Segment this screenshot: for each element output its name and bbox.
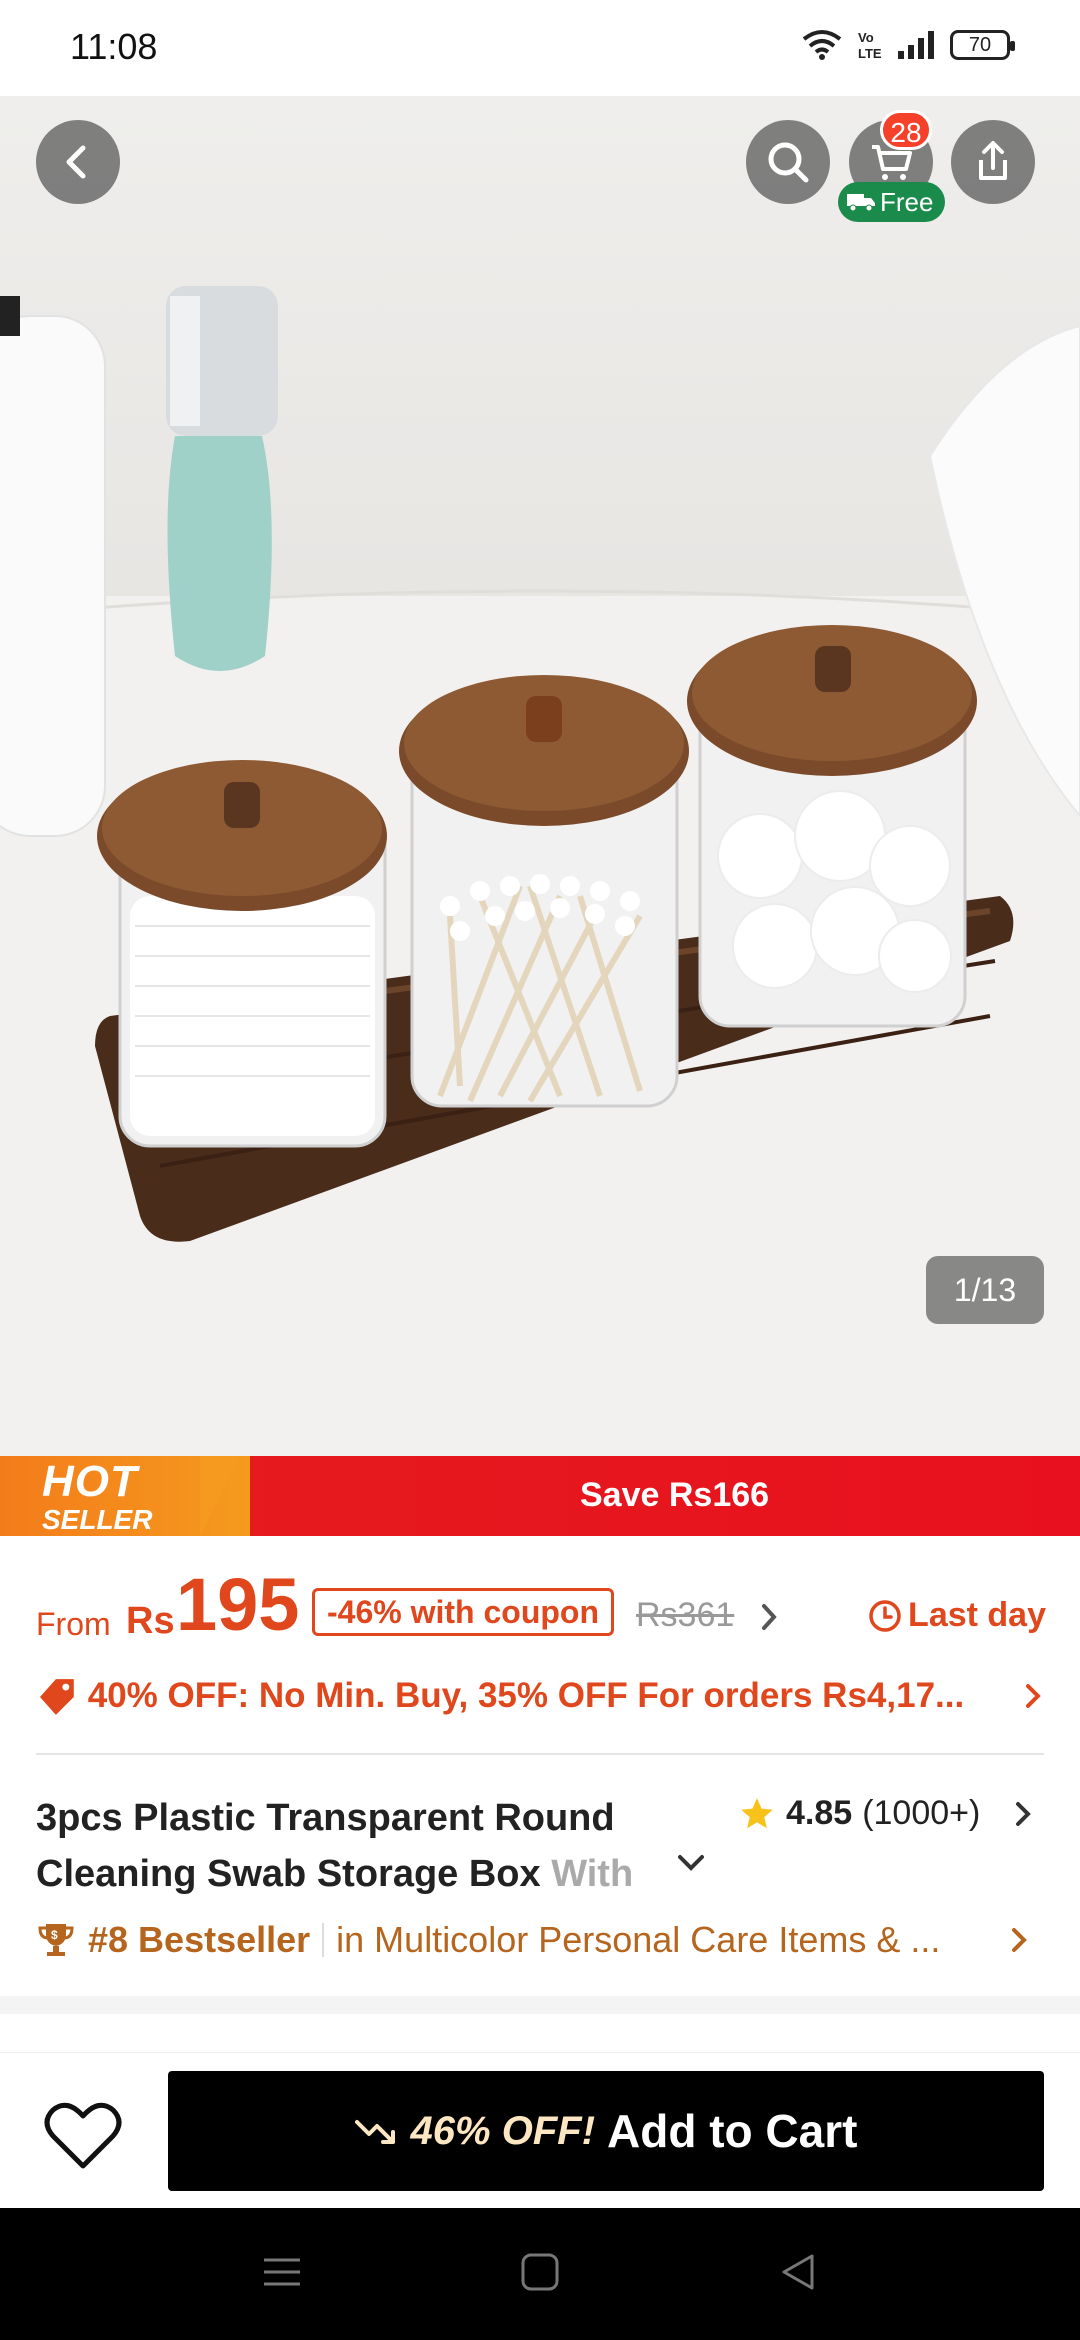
star-icon — [741, 1797, 773, 1828]
free-shipping-badge: Free — [838, 182, 946, 222]
from-label: From — [36, 1606, 111, 1642]
product-photo — [0, 286, 1080, 1456]
chevron-left-icon — [66, 145, 86, 179]
trophy-icon: $ — [38, 1924, 74, 1956]
chevron-right-icon[interactable] — [1012, 1796, 1036, 1832]
section-gap — [0, 1996, 1080, 2014]
system-nav-bar — [0, 2208, 1080, 2340]
svg-text:$: $ — [51, 1928, 58, 1942]
add-to-cart-label: Add to Cart — [607, 2105, 858, 2157]
image-counter: 1/13 — [926, 1256, 1044, 1324]
back-nav-icon[interactable] — [778, 2252, 818, 2292]
clock-icon — [869, 1599, 901, 1632]
separator — [322, 1923, 325, 1957]
hot-seller-banner: HOT SELLER Save Rs166 — [0, 1456, 1080, 1536]
volte-icon: Vo LTE — [858, 30, 882, 61]
sale-price: 195 — [176, 1563, 300, 1646]
original-price[interactable]: Rs361 — [636, 1596, 734, 1635]
free-shipping-label: Free — [880, 186, 934, 217]
save-amount: Save Rs166 — [580, 1476, 770, 1514]
share-button[interactable] — [951, 120, 1035, 204]
bestseller-rank: #8 Bestseller — [88, 1919, 311, 1960]
hot-seller-tag-edge — [200, 1456, 240, 1536]
chevron-right-icon — [1026, 1684, 1041, 1708]
battery-icon: 70 — [950, 30, 1015, 60]
chevron-right-icon[interactable] — [758, 1600, 780, 1634]
bestseller-category: in Multicolor Personal Care Items & ... — [336, 1919, 941, 1960]
countdown-label: Last day — [868, 1596, 1046, 1635]
svg-text:LTE: LTE — [858, 46, 882, 61]
seller-label: SELLER — [42, 1504, 153, 1535]
rating-score: 4.85 — [786, 1794, 853, 1832]
product-image-carousel[interactable] — [0, 96, 1080, 1456]
tag-icon — [39, 1679, 74, 1715]
svg-text:Vo: Vo — [858, 30, 874, 45]
hot-seller-text: HOT SELLER — [42, 1460, 152, 1534]
chevron-down-icon[interactable] — [674, 1848, 708, 1878]
share-icon — [979, 141, 1007, 180]
product-title-text: 3pcs Plastic Transparent Round Cleaning … — [36, 1797, 615, 1895]
rating-summary[interactable]: 4.85 (1000+) — [738, 1794, 980, 1833]
add-to-cart-button[interactable]: 46% OFF! Add to Cart — [168, 2071, 1044, 2191]
bestseller-row[interactable]: $ #8 Bestseller in Multicolor Personal C… — [36, 1910, 1046, 1970]
currency-label: Rs — [126, 1600, 175, 1642]
search-icon — [768, 142, 809, 183]
price-row: From Rs 195 -46% with coupon Rs361 Last … — [36, 1563, 1046, 1650]
chevron-right-icon — [1012, 1928, 1027, 1952]
status-bar: 11:08 Vo LTE 70 — [0, 0, 1080, 96]
product-title[interactable]: 3pcs Plastic Transparent Round Cleaning … — [36, 1790, 736, 1902]
status-icons: Vo LTE 70 — [802, 28, 1015, 62]
coupon-badge[interactable]: -46% with coupon — [312, 1588, 614, 1636]
status-time: 11:08 — [70, 26, 158, 67]
home-icon[interactable] — [520, 2252, 560, 2292]
rating-count: (1000+) — [862, 1794, 981, 1832]
bottom-action-bar: 46% OFF! Add to Cart — [0, 2052, 1080, 2208]
promo-offer-text: 40% OFF: No Min. Buy, 35% OFF For orders… — [87, 1676, 965, 1715]
last-day-text: Last day — [908, 1596, 1046, 1634]
wifi-icon — [802, 30, 842, 60]
product-title-fade: With — [551, 1853, 634, 1895]
discount-label: 46% OFF! — [410, 2108, 596, 2153]
hot-label: HOT — [42, 1457, 138, 1506]
divider — [36, 1753, 1044, 1755]
wishlist-button[interactable] — [40, 2093, 126, 2179]
signal-icon — [898, 31, 934, 59]
promo-offer-row[interactable]: 40% OFF: No Min. Buy, 35% OFF For orders… — [36, 1668, 1046, 1724]
menu-icon[interactable] — [262, 2252, 302, 2292]
cart-count-badge: 28 — [880, 110, 932, 150]
trend-down-icon — [354, 2120, 395, 2144]
search-button[interactable] — [746, 120, 830, 204]
heart-icon — [44, 2102, 122, 2169]
truck-icon — [847, 194, 875, 212]
back-button[interactable] — [36, 120, 120, 204]
